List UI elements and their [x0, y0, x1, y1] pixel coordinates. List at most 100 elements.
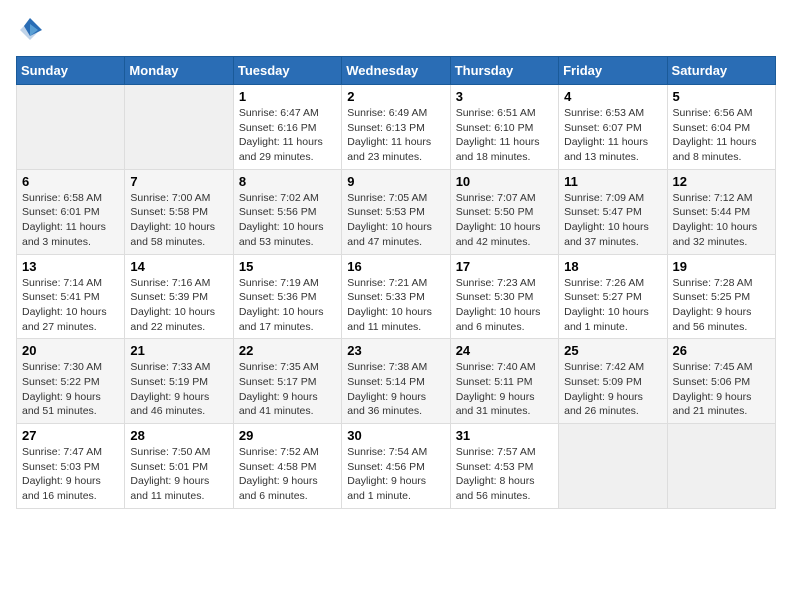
day-info: Sunrise: 7:26 AM Sunset: 5:27 PM Dayligh…: [564, 276, 661, 335]
day-info: Sunrise: 7:19 AM Sunset: 5:36 PM Dayligh…: [239, 276, 336, 335]
day-number: 8: [239, 174, 336, 189]
day-info: Sunrise: 7:05 AM Sunset: 5:53 PM Dayligh…: [347, 191, 444, 250]
day-number: 20: [22, 343, 119, 358]
calendar-cell: 30 Sunrise: 7:54 AM Sunset: 4:56 PM Dayl…: [342, 424, 450, 509]
calendar-cell: 11 Sunrise: 7:09 AM Sunset: 5:47 PM Dayl…: [559, 169, 667, 254]
day-number: 26: [673, 343, 770, 358]
calendar-cell: 19 Sunrise: 7:28 AM Sunset: 5:25 PM Dayl…: [667, 254, 775, 339]
weekday-header-row: SundayMondayTuesdayWednesdayThursdayFrid…: [17, 57, 776, 85]
day-number: 1: [239, 89, 336, 104]
day-info: Sunrise: 7:00 AM Sunset: 5:58 PM Dayligh…: [130, 191, 227, 250]
weekday-header-wednesday: Wednesday: [342, 57, 450, 85]
calendar-table: SundayMondayTuesdayWednesdayThursdayFrid…: [16, 56, 776, 509]
day-number: 15: [239, 259, 336, 274]
calendar-cell: 27 Sunrise: 7:47 AM Sunset: 5:03 PM Dayl…: [17, 424, 125, 509]
page-header: [16, 16, 776, 44]
calendar-week-2: 6 Sunrise: 6:58 AM Sunset: 6:01 PM Dayli…: [17, 169, 776, 254]
day-info: Sunrise: 6:56 AM Sunset: 6:04 PM Dayligh…: [673, 106, 770, 165]
calendar-cell: [125, 85, 233, 170]
day-number: 14: [130, 259, 227, 274]
day-number: 17: [456, 259, 553, 274]
logo: [16, 16, 48, 44]
calendar-cell: 14 Sunrise: 7:16 AM Sunset: 5:39 PM Dayl…: [125, 254, 233, 339]
day-number: 21: [130, 343, 227, 358]
day-info: Sunrise: 7:50 AM Sunset: 5:01 PM Dayligh…: [130, 445, 227, 504]
day-info: Sunrise: 6:49 AM Sunset: 6:13 PM Dayligh…: [347, 106, 444, 165]
calendar-cell: 5 Sunrise: 6:56 AM Sunset: 6:04 PM Dayli…: [667, 85, 775, 170]
calendar-cell: 2 Sunrise: 6:49 AM Sunset: 6:13 PM Dayli…: [342, 85, 450, 170]
weekday-header-friday: Friday: [559, 57, 667, 85]
day-number: 19: [673, 259, 770, 274]
day-info: Sunrise: 7:23 AM Sunset: 5:30 PM Dayligh…: [456, 276, 553, 335]
weekday-header-saturday: Saturday: [667, 57, 775, 85]
day-number: 2: [347, 89, 444, 104]
calendar-cell: 17 Sunrise: 7:23 AM Sunset: 5:30 PM Dayl…: [450, 254, 558, 339]
day-info: Sunrise: 6:47 AM Sunset: 6:16 PM Dayligh…: [239, 106, 336, 165]
calendar-cell: 22 Sunrise: 7:35 AM Sunset: 5:17 PM Dayl…: [233, 339, 341, 424]
day-number: 7: [130, 174, 227, 189]
day-number: 13: [22, 259, 119, 274]
day-number: 22: [239, 343, 336, 358]
calendar-cell: 8 Sunrise: 7:02 AM Sunset: 5:56 PM Dayli…: [233, 169, 341, 254]
day-number: 9: [347, 174, 444, 189]
day-info: Sunrise: 7:28 AM Sunset: 5:25 PM Dayligh…: [673, 276, 770, 335]
day-info: Sunrise: 7:52 AM Sunset: 4:58 PM Dayligh…: [239, 445, 336, 504]
calendar-cell: 7 Sunrise: 7:00 AM Sunset: 5:58 PM Dayli…: [125, 169, 233, 254]
day-number: 10: [456, 174, 553, 189]
day-number: 5: [673, 89, 770, 104]
calendar-cell: 13 Sunrise: 7:14 AM Sunset: 5:41 PM Dayl…: [17, 254, 125, 339]
day-number: 16: [347, 259, 444, 274]
calendar-cell: 29 Sunrise: 7:52 AM Sunset: 4:58 PM Dayl…: [233, 424, 341, 509]
day-info: Sunrise: 7:47 AM Sunset: 5:03 PM Dayligh…: [22, 445, 119, 504]
calendar-week-1: 1 Sunrise: 6:47 AM Sunset: 6:16 PM Dayli…: [17, 85, 776, 170]
calendar-cell: 21 Sunrise: 7:33 AM Sunset: 5:19 PM Dayl…: [125, 339, 233, 424]
calendar-cell: 1 Sunrise: 6:47 AM Sunset: 6:16 PM Dayli…: [233, 85, 341, 170]
weekday-header-sunday: Sunday: [17, 57, 125, 85]
day-number: 24: [456, 343, 553, 358]
weekday-header-tuesday: Tuesday: [233, 57, 341, 85]
day-info: Sunrise: 7:12 AM Sunset: 5:44 PM Dayligh…: [673, 191, 770, 250]
calendar-cell: [17, 85, 125, 170]
weekday-header-thursday: Thursday: [450, 57, 558, 85]
day-info: Sunrise: 7:57 AM Sunset: 4:53 PM Dayligh…: [456, 445, 553, 504]
day-info: Sunrise: 7:45 AM Sunset: 5:06 PM Dayligh…: [673, 360, 770, 419]
day-number: 31: [456, 428, 553, 443]
calendar-cell: 28 Sunrise: 7:50 AM Sunset: 5:01 PM Dayl…: [125, 424, 233, 509]
calendar-cell: 18 Sunrise: 7:26 AM Sunset: 5:27 PM Dayl…: [559, 254, 667, 339]
day-number: 6: [22, 174, 119, 189]
calendar-cell: 4 Sunrise: 6:53 AM Sunset: 6:07 PM Dayli…: [559, 85, 667, 170]
day-number: 25: [564, 343, 661, 358]
calendar-cell: 16 Sunrise: 7:21 AM Sunset: 5:33 PM Dayl…: [342, 254, 450, 339]
day-number: 28: [130, 428, 227, 443]
day-number: 29: [239, 428, 336, 443]
day-number: 11: [564, 174, 661, 189]
day-info: Sunrise: 7:42 AM Sunset: 5:09 PM Dayligh…: [564, 360, 661, 419]
day-info: Sunrise: 7:14 AM Sunset: 5:41 PM Dayligh…: [22, 276, 119, 335]
calendar-cell: 6 Sunrise: 6:58 AM Sunset: 6:01 PM Dayli…: [17, 169, 125, 254]
day-info: Sunrise: 7:38 AM Sunset: 5:14 PM Dayligh…: [347, 360, 444, 419]
day-info: Sunrise: 7:35 AM Sunset: 5:17 PM Dayligh…: [239, 360, 336, 419]
calendar-cell: 12 Sunrise: 7:12 AM Sunset: 5:44 PM Dayl…: [667, 169, 775, 254]
day-info: Sunrise: 7:30 AM Sunset: 5:22 PM Dayligh…: [22, 360, 119, 419]
day-number: 30: [347, 428, 444, 443]
calendar-week-3: 13 Sunrise: 7:14 AM Sunset: 5:41 PM Dayl…: [17, 254, 776, 339]
day-info: Sunrise: 7:40 AM Sunset: 5:11 PM Dayligh…: [456, 360, 553, 419]
calendar-cell: 9 Sunrise: 7:05 AM Sunset: 5:53 PM Dayli…: [342, 169, 450, 254]
calendar-cell: 20 Sunrise: 7:30 AM Sunset: 5:22 PM Dayl…: [17, 339, 125, 424]
logo-icon: [16, 16, 44, 44]
day-info: Sunrise: 7:09 AM Sunset: 5:47 PM Dayligh…: [564, 191, 661, 250]
day-number: 12: [673, 174, 770, 189]
calendar-cell: 3 Sunrise: 6:51 AM Sunset: 6:10 PM Dayli…: [450, 85, 558, 170]
day-info: Sunrise: 7:07 AM Sunset: 5:50 PM Dayligh…: [456, 191, 553, 250]
calendar-cell: [667, 424, 775, 509]
calendar-cell: 10 Sunrise: 7:07 AM Sunset: 5:50 PM Dayl…: [450, 169, 558, 254]
day-number: 18: [564, 259, 661, 274]
day-number: 4: [564, 89, 661, 104]
day-number: 27: [22, 428, 119, 443]
calendar-week-5: 27 Sunrise: 7:47 AM Sunset: 5:03 PM Dayl…: [17, 424, 776, 509]
calendar-cell: 24 Sunrise: 7:40 AM Sunset: 5:11 PM Dayl…: [450, 339, 558, 424]
day-number: 3: [456, 89, 553, 104]
calendar-cell: [559, 424, 667, 509]
day-info: Sunrise: 7:02 AM Sunset: 5:56 PM Dayligh…: [239, 191, 336, 250]
calendar-cell: 15 Sunrise: 7:19 AM Sunset: 5:36 PM Dayl…: [233, 254, 341, 339]
